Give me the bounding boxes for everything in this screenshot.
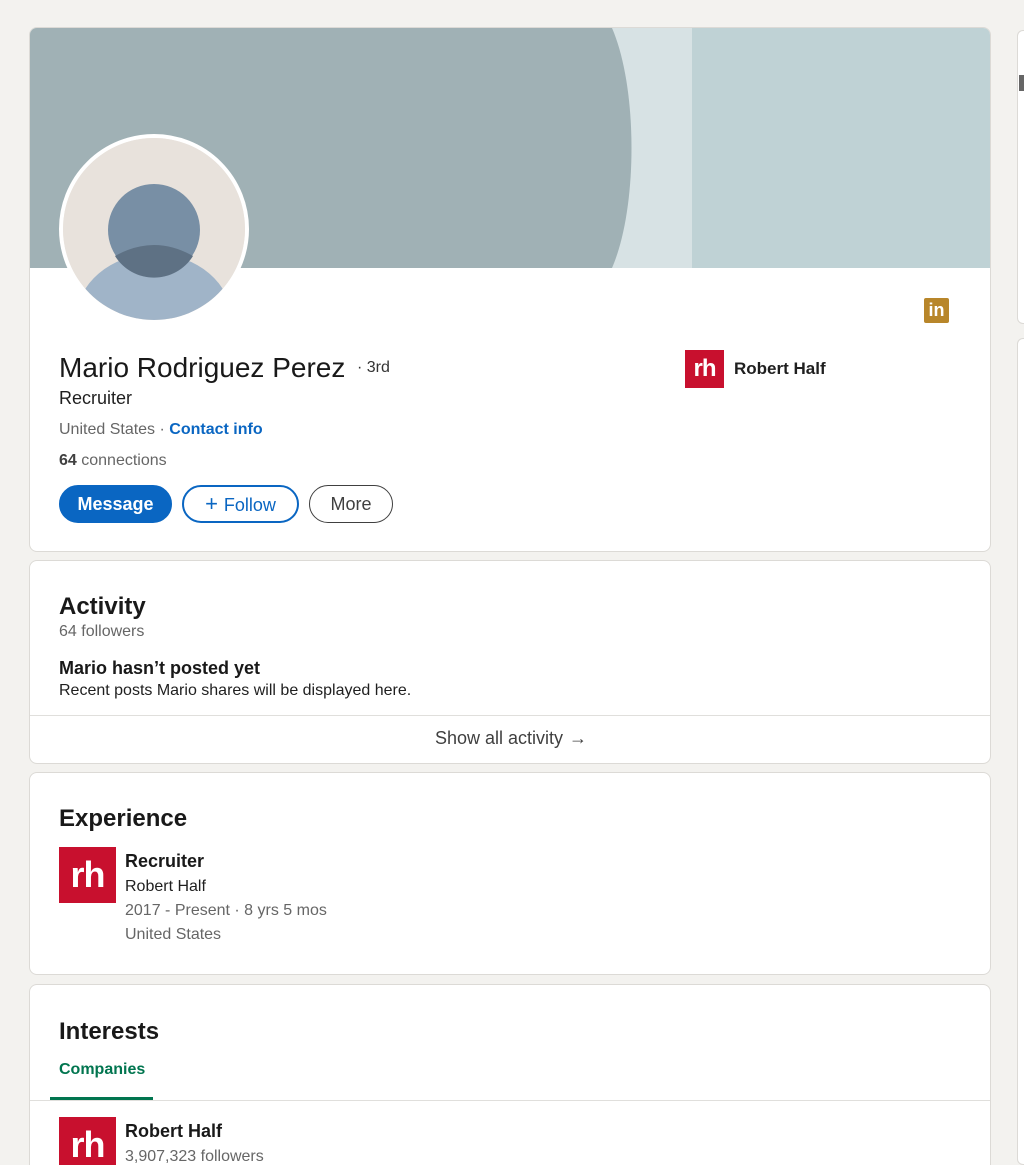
message-button[interactable]: Message	[59, 485, 172, 523]
connections-number: 64	[59, 452, 77, 469]
follow-button[interactable]: + Follow	[182, 485, 299, 523]
interest-company-followers: 3,907,323 followers	[125, 1148, 264, 1165]
connection-degree: · 3rd	[357, 359, 390, 376]
current-company-link[interactable]: rh Robert Half	[685, 350, 826, 388]
more-button[interactable]: More	[309, 485, 393, 523]
followers-count: 64 followers	[59, 623, 145, 640]
company-logo-icon: rh	[685, 350, 724, 388]
arrow-right-icon: →	[569, 728, 588, 748]
experience-role: Recruiter	[125, 851, 205, 871]
activity-section: Activity 64 followers Mario hasn’t poste…	[29, 560, 991, 764]
profile-avatar[interactable]	[59, 134, 249, 324]
interest-company-name[interactable]: Robert Half	[125, 1121, 222, 1142]
profile-top-card: in Mario Rodriguez Perez · 3rd Recruiter…	[29, 27, 991, 552]
empty-posts-title: Mario hasn’t posted yet	[59, 658, 261, 678]
profile-location: United States	[59, 421, 156, 438]
interest-company-logo-icon[interactable]: rh	[59, 1117, 116, 1165]
experience-company-logo-icon[interactable]: rh	[59, 847, 116, 903]
show-all-label: Show all activity	[434, 728, 564, 748]
location-separator: ·	[155, 421, 170, 438]
profile-name: Mario Rodriguez Perez	[59, 352, 346, 383]
profile-headline: Recruiter	[59, 388, 133, 408]
side-card-edge-2	[1017, 338, 1024, 1165]
connections-count[interactable]: 64 connections	[59, 452, 167, 470]
connections-label: connections	[76, 452, 167, 469]
activity-title: Activity	[59, 593, 146, 620]
location-row: United States · Contact info	[59, 421, 263, 439]
current-company-name: Robert Half	[734, 359, 826, 378]
experience-section: Experience rh Recruiter Robert Half 2017…	[29, 772, 991, 975]
experience-location: United States	[125, 926, 222, 943]
activity-divider	[30, 715, 990, 716]
default-person-icon	[63, 138, 245, 320]
empty-posts-subtitle: Recent posts Mario shares will be displa…	[59, 682, 412, 699]
interests-section: Interests Companies rh Robert Half 3,907…	[29, 984, 991, 1165]
side-card-image-edge	[1019, 75, 1024, 91]
tab-companies[interactable]: Companies	[59, 1061, 145, 1079]
follow-label: Follow	[223, 495, 276, 515]
contact-info-link[interactable]: Contact info	[169, 421, 262, 438]
interests-divider	[30, 1100, 990, 1101]
side-card-edge	[1017, 30, 1024, 324]
experience-title: Experience	[59, 805, 188, 832]
linkedin-premium-icon: in	[924, 298, 949, 323]
experience-dates: 2017 - Present · 8 yrs 5 mos	[125, 902, 327, 919]
plus-icon: +	[205, 491, 218, 516]
interests-title: Interests	[59, 1018, 160, 1045]
experience-company[interactable]: Robert Half	[125, 878, 206, 896]
show-all-activity-button[interactable]: Show all activity →	[30, 728, 990, 749]
